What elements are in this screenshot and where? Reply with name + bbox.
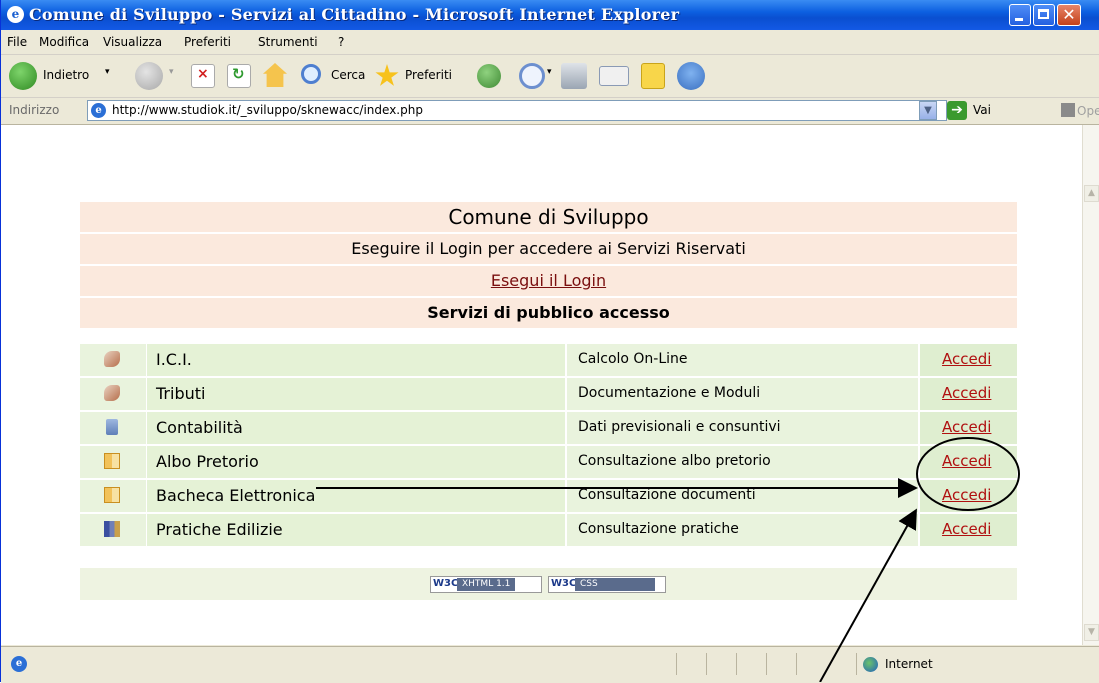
menu-strumenti[interactable]: Strumenti [258, 35, 318, 49]
open-icon[interactable] [1061, 103, 1075, 117]
status-bar: e Internet [1, 646, 1099, 683]
menu-file[interactable]: File [7, 35, 27, 49]
search-icon[interactable] [301, 64, 321, 84]
table-row: Tributi Documentazione e Moduli Accedi [80, 378, 1017, 410]
media-icon[interactable] [477, 64, 501, 88]
service-description: Calcolo On-Line [578, 351, 688, 367]
address-url[interactable]: http://www.studiok.it/_sviluppo/sknewacc… [112, 103, 423, 117]
service-description: Consultazione albo pretorio [578, 453, 771, 469]
xhtml-badge-label: XHTML 1.1 [457, 578, 516, 591]
back-button-label[interactable]: Indietro [43, 68, 89, 82]
menu-visualizza[interactable]: Visualizza [103, 35, 162, 49]
table-row: Albo Pretorio Consultazione albo pretori… [80, 446, 1017, 478]
address-label: Indirizzo [9, 103, 60, 117]
css-badge-label: CSS [575, 578, 655, 591]
menu-preferiti[interactable]: Preferiti [184, 35, 231, 49]
calculator-icon [104, 351, 120, 367]
browser-window: e Comune di Sviluppo - Servizi al Cittad… [0, 0, 1099, 683]
binders-icon [104, 521, 120, 537]
favorites-button-label[interactable]: Preferiti [405, 68, 452, 82]
accedi-link[interactable]: Accedi [942, 486, 991, 504]
window-title: Comune di Sviluppo - Servizi al Cittadin… [29, 5, 680, 24]
css-badge[interactable]: W3C CSS [548, 576, 666, 593]
table-row: Bacheca Elettronica Consultazione docume… [80, 480, 1017, 512]
menu-bar: File Modifica Visualizza Preferiti Strum… [1, 30, 1099, 80]
login-instructions: Eseguire il Login per accedere ai Serviz… [80, 234, 1017, 264]
toolbar: Indietro ▾ ▾ × ↻ Cerca Preferiti ▾ [1, 55, 1099, 98]
service-description: Dati previsionali e consuntivi [578, 419, 781, 435]
vertical-scrollbar[interactable]: ▲ ▼ [1082, 125, 1099, 645]
forward-dropdown-icon[interactable]: ▾ [169, 67, 174, 77]
internet-globe-icon [863, 657, 878, 672]
print-icon[interactable] [561, 63, 587, 89]
accedi-link[interactable]: Accedi [942, 520, 991, 538]
back-dropdown-icon[interactable]: ▾ [105, 67, 110, 77]
address-dropdown-icon[interactable]: ▼ [919, 101, 937, 120]
xhtml-badge[interactable]: W3C XHTML 1.1 [430, 576, 542, 593]
service-description: Documentazione e Moduli [578, 385, 761, 401]
messenger-icon[interactable] [677, 62, 705, 90]
w3c-logo: W3C [551, 578, 577, 589]
service-name: I.C.I. [156, 350, 192, 369]
accedi-link[interactable]: Accedi [942, 452, 991, 470]
menu-modifica[interactable]: Modifica [39, 35, 89, 49]
forward-arrow-icon[interactable] [135, 62, 163, 90]
mail-dropdown-icon[interactable]: ▾ [547, 67, 552, 77]
page-status-icon: e [11, 656, 27, 672]
search-button-label[interactable]: Cerca [331, 68, 365, 82]
service-name: Tributi [156, 384, 206, 403]
ledger-icon [106, 419, 118, 435]
table-row: I.C.I. Calcolo On-Line Accedi [80, 344, 1017, 376]
discuss-icon[interactable] [641, 63, 665, 89]
scroll-down-icon[interactable]: ▼ [1084, 624, 1099, 641]
minimize-button[interactable] [1009, 4, 1031, 26]
title-bar[interactable]: e Comune di Sviluppo - Servizi al Cittad… [1, 0, 1099, 30]
section-header: Servizi di pubblico accesso [80, 298, 1017, 328]
scroll-up-icon[interactable]: ▲ [1084, 185, 1099, 202]
security-zone-label: Internet [885, 657, 933, 671]
menu-help[interactable]: ? [338, 35, 344, 49]
go-arrow-icon[interactable]: ➔ [947, 101, 967, 120]
open-button-label[interactable]: Open [1077, 104, 1099, 118]
go-button-label[interactable]: Vai [973, 103, 991, 117]
page-ie-icon: e [91, 103, 106, 118]
book-icon [104, 487, 120, 503]
page-title: Comune di Sviluppo [80, 202, 1017, 232]
home-icon[interactable] [263, 63, 287, 87]
service-name: Albo Pretorio [156, 452, 259, 471]
book-icon [104, 453, 120, 469]
edit-icon[interactable] [599, 66, 629, 86]
maximize-button[interactable] [1033, 4, 1055, 26]
address-field[interactable]: e http://www.studiok.it/_sviluppo/sknewa… [87, 100, 947, 121]
service-description: Consultazione pratiche [578, 521, 739, 537]
calculator-icon [104, 385, 120, 401]
close-icon: ✕ [1062, 5, 1076, 24]
service-name: Bacheca Elettronica [156, 486, 316, 505]
close-button[interactable]: ✕ [1057, 4, 1081, 26]
accedi-link[interactable]: Accedi [942, 350, 991, 368]
table-row: Contabilità Dati previsionali e consunti… [80, 412, 1017, 444]
mail-icon[interactable] [519, 63, 545, 89]
service-name: Contabilità [156, 418, 243, 437]
refresh-icon[interactable]: ↻ [227, 64, 251, 88]
back-arrow-icon[interactable] [9, 62, 37, 90]
accedi-link[interactable]: Accedi [942, 384, 991, 402]
stop-icon[interactable]: × [191, 64, 215, 88]
service-description: Consultazione documenti [578, 487, 756, 503]
accedi-link[interactable]: Accedi [942, 418, 991, 436]
validation-footer: W3C XHTML 1.1 W3C CSS [80, 568, 1017, 600]
favorites-star-icon[interactable] [375, 64, 399, 86]
login-link[interactable]: Esegui il Login [491, 271, 606, 290]
service-name: Pratiche Edilizie [156, 520, 283, 539]
table-row: Pratiche Edilizie Consultazione pratiche… [80, 514, 1017, 546]
ie-icon: e [7, 6, 24, 23]
w3c-logo: W3C [433, 578, 459, 589]
login-row: Esegui il Login [80, 266, 1017, 296]
